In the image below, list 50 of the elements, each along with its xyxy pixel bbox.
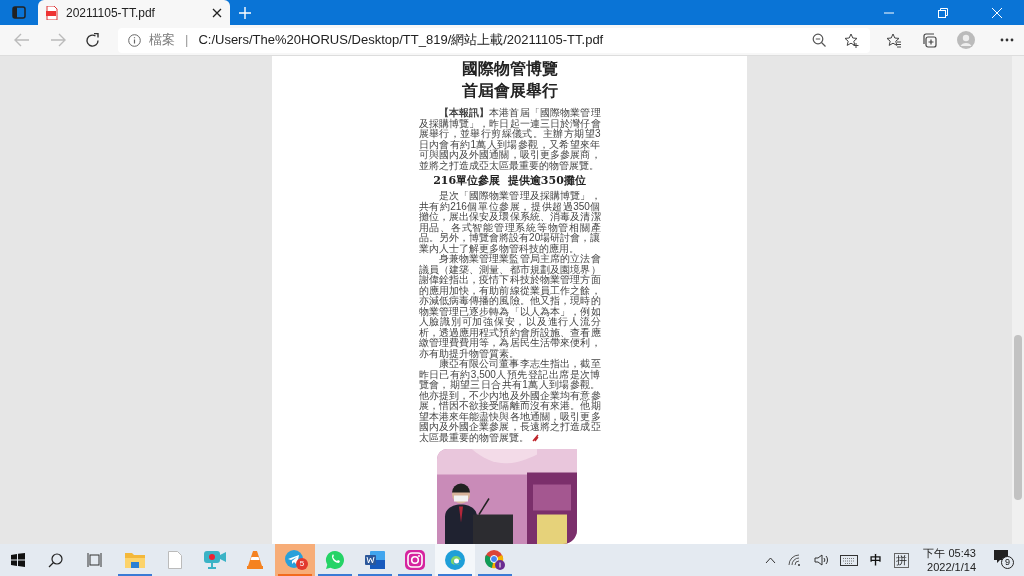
folder-icon	[125, 552, 145, 568]
video-camera-icon	[204, 551, 226, 569]
headline: 國際物管博覽	[461, 58, 558, 80]
search-icon[interactable]	[48, 552, 63, 568]
info-icon	[128, 33, 141, 47]
restore-icon[interactable]	[938, 7, 948, 18]
chevron-up-icon[interactable]	[765, 556, 777, 564]
new-tab-icon[interactable]	[239, 6, 251, 19]
article-paragraph: 康亞有限公司董事李志生指出，截至昨日已有約3,500人預先登記出席是次博覽會，期望三日合共有1萬人到場參觀。他亦提到，不少內地及外國企業均有意參展，惜因不欲接受隔離而沒有來港。他期望本港來年能盡快與各地通關，吸引更多國內及外國企業參展，長遠將之打造成亞太區最重要的物管展覽。	[418, 359, 601, 443]
article-paragraph: 身兼物業管理業監管局主席的立法會議員（建築、測量、都市規劃及園境界）謝偉銓指出，疫情下科技於物業管理方面的應用加快，有助前線從業員工作之餘，亦減低病毒傳播的風險。他又指，現時的物業管理已逐步轉為「以人為本」，例如人臉識別可加強保安，以及進行人流分析，透過應用程式預約會所設施、查看應繳管理費費用等，為居民生活帶來便利，亦有助提升物管質素。	[418, 254, 601, 359]
chat-bubble-icon	[325, 550, 345, 570]
article-paragraph: 【本報訊】本港首屆「國際物業管理及採購博覽」，昨日起一連三日於灣仔會展舉行，並舉行剪綵儀式。主辦方期望3日內會有約1萬人到場參觀，又希望來年可與國內及外國通關，吸引更多參展商，並將之打造成亞太區最重要的物管展覽。	[418, 108, 601, 171]
keyboard-icon[interactable]	[840, 554, 859, 566]
close-icon[interactable]	[212, 7, 222, 18]
badge: 5	[296, 558, 308, 570]
camera-icon	[405, 550, 425, 570]
refresh-icon[interactable]	[85, 32, 100, 48]
pdf-file-icon	[46, 5, 58, 20]
taskbar-app[interactable]: 5	[275, 544, 315, 576]
traffic-cone-icon	[247, 551, 263, 569]
volume-icon[interactable]	[814, 554, 829, 566]
clock[interactable]: 下午 05:43 2022/1/14	[923, 546, 976, 574]
add-favorite-icon[interactable]	[844, 32, 860, 48]
browser-icon	[445, 550, 465, 570]
notification-button[interactable]: 9	[994, 550, 1014, 570]
wifi-icon[interactable]	[788, 554, 803, 566]
url-text: C:/Users/The%20HORUS/Desktop/TT_819/網站上載/20211105-TT.pdf	[198, 31, 605, 50]
blank-file-icon	[168, 551, 182, 569]
taskbar-app[interactable]	[435, 544, 475, 576]
separator: |	[185, 31, 189, 50]
address-bar[interactable]: 檔案 | C:/Users/The%20HORUS/Desktop/TT_819/網站上載/20211105-TT.pdf	[118, 27, 870, 53]
input-language[interactable]: 中	[870, 551, 883, 569]
article-paragraph: 是次「國際物業管理及採購博覽」，共有約216個單位參展，提供超過350個攤位，展出保安及環保系統、消毒及清潔用品、各式智能管理系統等物管相關產品。另外，博覽會將設有20場研討會，讓業內人士了解更多物管科技的應用。	[418, 191, 601, 254]
zoom-out-icon[interactable]	[812, 33, 826, 47]
site-label: 檔案	[149, 31, 175, 50]
end-mark-icon	[531, 433, 539, 442]
headline: 首屆會展舉行	[461, 80, 558, 102]
scroll-thumb[interactable]	[1014, 335, 1022, 500]
input-mode[interactable]: 拼	[894, 552, 910, 568]
word-document-icon	[365, 551, 385, 569]
subheading: 216單位參展 提供逾350攤位	[432, 173, 587, 189]
tab-actions-icon[interactable]	[12, 6, 26, 19]
scrollbar[interactable]	[1012, 56, 1024, 544]
start-icon[interactable]	[11, 553, 25, 567]
collections-icon[interactable]	[922, 32, 937, 48]
favorites-icon[interactable]	[886, 32, 902, 48]
chrome-icon	[484, 549, 506, 571]
more-icon[interactable]	[1000, 38, 1014, 42]
task-view-icon[interactable]	[87, 553, 103, 567]
browser-tab[interactable]: 20211105-TT.pdf	[38, 0, 230, 25]
